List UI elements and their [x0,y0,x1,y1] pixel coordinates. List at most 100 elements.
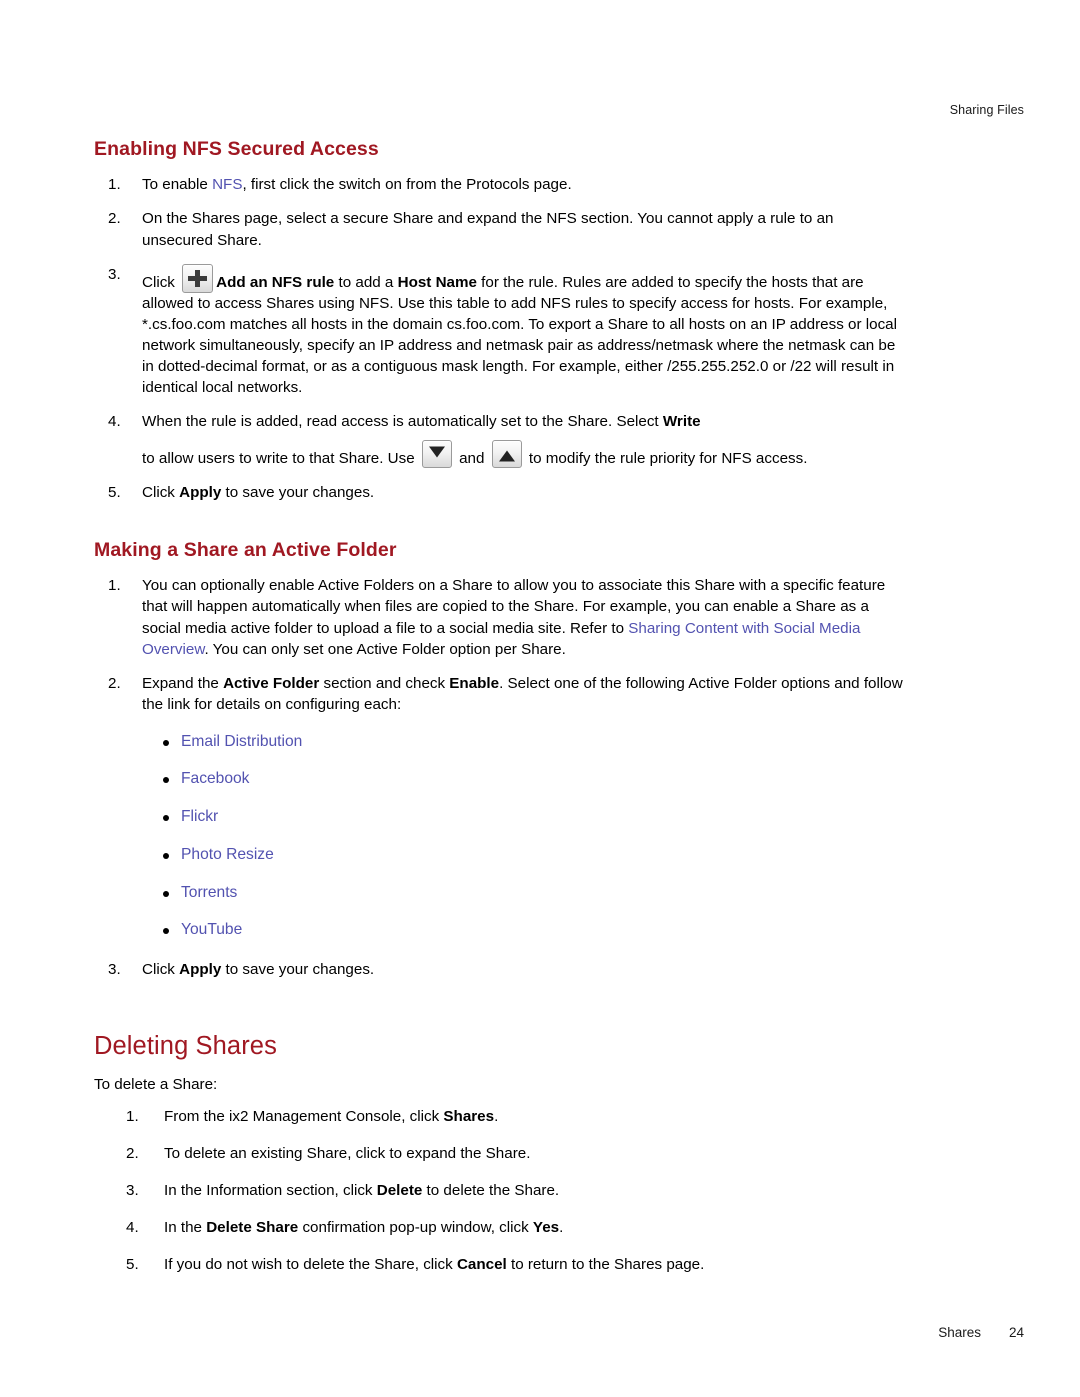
step-text-3: and [454,449,489,467]
step-item: 4. When the rule is added, read access i… [94,411,906,469]
step-text-2: confirmation pop-up window, click [298,1218,533,1236]
step-text-2: . You can only set one Active Folder opt… [204,640,566,658]
list-item: Email Distribution [142,733,906,752]
step-number: 2. [126,1144,139,1162]
section-heading-enabling-nfs-secured-access: Enabling NFS Secured Access [94,138,379,160]
step-text-3: . [559,1218,564,1236]
chapter-spacer [94,980,906,1032]
step-number: 1. [108,577,121,595]
step-item: 2. On the Shares page, select a secure S… [94,208,906,250]
step-number: 5. [126,1255,139,1273]
step-item: 5. If you do not wish to delete the Shar… [94,1254,906,1275]
step-bold-1: Write [662,412,701,430]
step-text-2: to save your changes. [221,483,375,501]
step-number: 3. [108,265,121,283]
step-number: 5. [108,483,121,501]
bullet-icon [163,928,169,935]
link-youtube[interactable]: YouTube [181,921,242,938]
section-heading-deleting-shares: Deleting Shares [94,1031,277,1060]
step-text-1: Click [142,483,180,501]
link-torrents[interactable]: Torrents [181,884,237,901]
step-bold-1: Apply [179,483,222,501]
step-number: 2. [108,210,121,228]
link-facebook[interactable]: Facebook [181,770,249,787]
step-text-2: to add a [334,273,398,291]
step-text-post: , first click the switch on from the Pro… [242,176,572,194]
list-item: Torrents [142,884,906,903]
list-item: Facebook [142,770,906,789]
step-text-2: to return to the Shares page. [506,1255,705,1273]
steps-active-folder: 1. You can optionally enable Active Fold… [94,575,906,980]
link-nfs[interactable]: NFS [212,176,242,193]
step-item: 1. From the ix2 Management Console, clic… [94,1106,906,1127]
step-text-1: Click [142,273,180,291]
list-item: YouTube [142,921,906,940]
step-bold-1: Cancel [456,1255,507,1273]
step-bold-1: Apply [179,960,222,978]
document-page: Sharing Files Enabling NFS Secured Acces… [0,0,1080,1397]
step-text-2: section and check [319,674,450,692]
step-text-1: In the Information section, click [164,1181,377,1199]
bullet-icon [163,777,169,784]
step-bold-2: Yes [532,1218,560,1236]
bullet-icon [163,815,169,822]
step-text-1: When the rule is added, read access is a… [142,412,663,430]
step-text-1: Click [142,960,180,978]
step-item: 3. In the Information section, click Del… [94,1180,906,1201]
list-item: Photo Resize [142,846,906,865]
step-bold-2: Enable [449,674,500,692]
step-bold-1: Delete [376,1181,423,1199]
step-text-1: In the [164,1218,207,1236]
step-number: 4. [126,1218,139,1236]
plus-icon [182,263,214,293]
link-flickr[interactable]: Flickr [181,808,218,825]
step-text-1: If you do not wish to delete the Share, … [164,1255,457,1273]
section-heading-making-a-share-an-active-folder: Making a Share an Active Folder [94,538,397,561]
step-bold-1: Delete Share [206,1218,299,1236]
link-photo-resize[interactable]: Photo Resize [181,846,274,863]
step-number: 1. [108,176,121,194]
step-bold-1: Active Folder [223,674,320,692]
step-item: 3. Click Add an NFS rule to add a Host N… [94,263,906,398]
step-text-2: to save your changes. [221,960,375,978]
footer-page-number: 24 [1008,1325,1024,1340]
steps-deleting-shares: 1. From the ix2 Management Console, clic… [94,1106,906,1275]
arrow-up-icon [491,439,522,468]
step-text-2: to allow users to write to that Share. U… [142,449,419,467]
step-text-1: Expand the [142,674,224,692]
step-number: 1. [126,1107,139,1125]
step-bold-1: Add an NFS rule [216,273,335,291]
step-text-pre: To enable [142,176,213,194]
step-text-2: . [494,1107,499,1125]
step-item: 1. You can optionally enable Active Fold… [94,575,906,659]
step-text-4: to modify the rule priority for NFS acce… [524,449,808,467]
step-item: 2. To delete an existing Share, click to… [94,1143,906,1164]
step-bold-2: Host Name [397,273,477,291]
step-text: On the Shares page, select a secure Shar… [142,210,834,249]
step-number: 2. [108,674,121,692]
active-folder-options-list: Email Distribution Facebook Flickr Photo… [142,733,906,940]
bullet-icon [163,890,169,897]
bullet-icon [163,852,169,859]
step-number: 4. [108,412,121,430]
step-item: 4. In the Delete Share confirmation pop-… [94,1217,906,1238]
list-item: Flickr [142,808,906,827]
steps-enabling-nfs: 1. To enable NFS, first click the switch… [94,174,906,503]
step-text-1: From the ix2 Management Console, click [164,1107,444,1125]
running-header: Sharing Files [949,103,1024,117]
step-item: 3. Click Apply to save your changes. [94,959,906,980]
page-content: Enabling NFS Secured Access 1. To enable… [94,138,906,1275]
step-number: 3. [108,960,121,978]
step-item: 1. To enable NFS, first click the switch… [94,174,906,195]
bullet-icon [163,739,169,746]
arrow-down-icon [421,439,452,468]
footer-section-label: Shares [938,1325,981,1340]
link-email-distribution[interactable]: Email Distribution [181,733,302,750]
step-item: 2. Expand the Active Folder section and … [94,673,906,940]
step-text-3: for the rule. Rules are added to specify… [142,273,897,396]
step-bold-1: Shares [443,1107,495,1125]
deleting-shares-intro: To delete a Share: [94,1076,218,1094]
step-text-1: To delete an existing Share, click to ex… [164,1144,531,1162]
running-footer: Shares 24 [938,1325,1024,1340]
